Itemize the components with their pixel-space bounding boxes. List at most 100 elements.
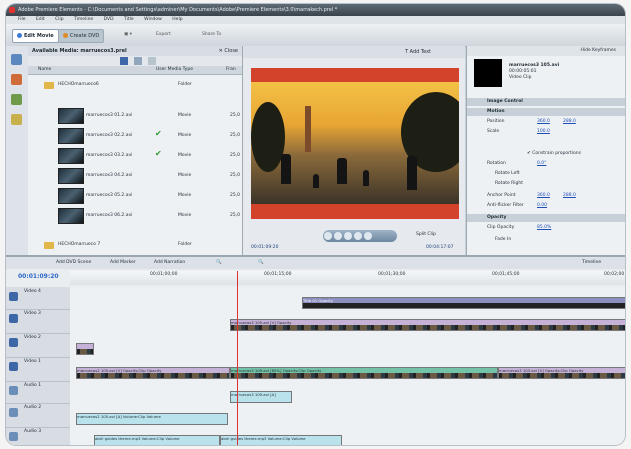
- col-frame[interactable]: Fran: [226, 66, 236, 74]
- media-row[interactable]: marruecos3 01.2.avi Movie 25,0: [28, 106, 242, 124]
- clip-opacity-value[interactable]: 85.0%: [537, 224, 551, 232]
- menu-file[interactable]: File: [18, 17, 26, 22]
- folder-row[interactable]: HECHOmarrueco6 Folder: [28, 78, 242, 96]
- audio-2-clip[interactable]: marruecos2 105.avi [A] Volume:Clip Volum…: [76, 413, 228, 425]
- menu-dvd[interactable]: DVD: [104, 17, 114, 22]
- split-clip-button[interactable]: Split Clip: [416, 232, 436, 237]
- add-text-button[interactable]: T Add Text: [405, 46, 431, 58]
- track-header-audio-2[interactable]: Audio 2: [6, 403, 70, 428]
- current-timecode[interactable]: 00:01:09:20: [251, 245, 278, 250]
- fast-forward-icon[interactable]: [364, 232, 372, 240]
- media-row[interactable]: marruecos3 04.2.avi Movie 25,0: [28, 166, 242, 184]
- export-button[interactable]: ▣ ▾: [124, 31, 132, 39]
- track-header-video-3[interactable]: Video 3: [6, 309, 70, 334]
- hide-keyframes-button[interactable]: Hide Keyframes: [467, 46, 625, 56]
- menu-window[interactable]: Window: [144, 17, 162, 22]
- scale-value[interactable]: 100.0: [537, 128, 550, 136]
- track-header-audio-3[interactable]: Audio 3: [6, 427, 70, 445]
- track-header-video-1[interactable]: Video 1: [6, 357, 70, 382]
- menu-help[interactable]: Help: [172, 17, 182, 22]
- video-1-clip-a[interactable]: marruecos2 105.avi [V] Opacity:Clip Opac…: [76, 367, 230, 379]
- add-narration-button[interactable]: Add Narration: [154, 257, 185, 269]
- timeline-view-button[interactable]: Timeline: [582, 257, 601, 269]
- media-row[interactable]: marruecos3 05.2.avi Movie 25,0: [28, 186, 242, 204]
- constrain-label: ✔ Constrain proportions: [527, 151, 581, 156]
- item-name: marruecos3 04.2.avi: [86, 173, 133, 178]
- item-frame: 25,0: [230, 173, 241, 178]
- export-label[interactable]: Export: [156, 31, 171, 39]
- effects-tab-icon[interactable]: [11, 74, 22, 85]
- track-header-audio-1[interactable]: Audio 1: [6, 381, 70, 404]
- speaker-icon: [9, 408, 18, 417]
- filter-icon[interactable]: [148, 57, 156, 65]
- prop-constrain[interactable]: ✔ Constrain proportions: [467, 150, 625, 158]
- zoom-in-icon[interactable]: 🔍: [258, 257, 264, 269]
- media-row[interactable]: marruecos3 03.2.avi ✔ Movie 25,0: [28, 146, 242, 164]
- position-x[interactable]: 360.0: [537, 118, 550, 126]
- add-dvd-scene-button[interactable]: Add DVD Scene: [56, 257, 91, 269]
- edit-movie-button[interactable]: Edit Movie: [12, 29, 59, 43]
- menu-clip[interactable]: Clip: [55, 17, 64, 22]
- antiflicker-value[interactable]: 0.00: [537, 202, 547, 210]
- main-toolbar: Edit Movie Create DVD ▣ ▾ Export Share T…: [6, 24, 625, 47]
- clip-thumbnail: [58, 128, 84, 144]
- video-2-clip[interactable]: [76, 343, 94, 355]
- section-image-control[interactable]: Image Control: [467, 98, 625, 106]
- play-icon[interactable]: [344, 232, 352, 240]
- video-3-clip[interactable]: marruecos3 105.avi [V] Opacity: [230, 319, 625, 331]
- track-name: Video 4: [24, 289, 41, 294]
- thumb-view-icon[interactable]: [134, 57, 142, 65]
- track-header-video-4[interactable]: Video 4: [6, 287, 70, 310]
- timeline-panel: Add DVD Scene Add Marker Add Narration 🔍…: [6, 255, 625, 445]
- add-marker-button[interactable]: Add Marker: [110, 257, 136, 269]
- timeline-toolbar: Add DVD Scene Add Marker Add Narration 🔍…: [6, 257, 625, 269]
- position-y[interactable]: 288.0: [563, 118, 576, 126]
- audio-3-clip-b[interactable]: abril guides theme.mp3 Volume:Clip Volum…: [220, 435, 342, 445]
- media-list: HECHOmarrueco6 Folder marruecos3 01.2.avi M…: [28, 74, 242, 254]
- step-forward-icon[interactable]: [354, 232, 362, 240]
- rotate-left-button[interactable]: Rotate Left: [467, 170, 625, 178]
- rotate-right-button[interactable]: Rotate Right: [467, 180, 625, 188]
- themes-tab-icon[interactable]: [11, 94, 22, 105]
- timeline-ruler[interactable]: 00;01;00;00 00;01;15;00 00;01;30;00 00;0…: [70, 271, 625, 285]
- fade-in-button[interactable]: Fade In: [467, 236, 625, 244]
- audio-1-clip[interactable]: marruecos3 109.avi [A]: [230, 391, 292, 403]
- timeline-timecode[interactable]: 00:01:09:20: [18, 273, 59, 280]
- video-1-clip-b[interactable]: marruecos3 109.avi [85%] Opacity:Clip Op…: [230, 367, 498, 379]
- menu-title[interactable]: Title: [124, 17, 134, 22]
- playhead[interactable]: [237, 271, 238, 445]
- media-tab-icon[interactable]: [11, 54, 22, 65]
- step-back-icon[interactable]: [334, 232, 342, 240]
- clip-thumbnail: [58, 108, 84, 124]
- col-type[interactable]: User Media Type: [156, 66, 193, 74]
- rotation-value[interactable]: 0.0°: [537, 160, 546, 168]
- create-dvd-button[interactable]: Create DVD: [58, 29, 105, 43]
- list-view-icon[interactable]: [120, 57, 128, 65]
- ruler-tick: 00;01;15;00: [264, 272, 292, 277]
- item-type: Folder: [178, 82, 192, 87]
- anchor-label: Anchor Point: [487, 193, 516, 198]
- folder-row[interactable]: HECHOmarrueco 7 Folder: [28, 238, 242, 256]
- titles-tab-icon[interactable]: [11, 114, 22, 125]
- media-row[interactable]: marruecos3 06.2.avi Movie 25,0: [28, 206, 242, 224]
- track-header-video-2[interactable]: Video 2: [6, 333, 70, 358]
- anchor-x[interactable]: 360.0: [537, 192, 550, 200]
- audio-3-clip-a[interactable]: abril guides theme.mp3 Volume:Clip Volum…: [94, 435, 220, 445]
- section-motion[interactable]: Motion: [467, 108, 625, 116]
- col-name[interactable]: Name: [38, 66, 51, 74]
- anchor-y[interactable]: 288.0: [563, 192, 576, 200]
- track-name: Video 1: [24, 359, 41, 364]
- close-button[interactable]: ✕ Close: [219, 46, 238, 56]
- title-clip[interactable]: Title 01 Opacity: [302, 297, 625, 309]
- share-button[interactable]: Share To: [202, 31, 221, 39]
- media-row[interactable]: marruecos3 02.2.avi ✔ Movie 25,0: [28, 126, 242, 144]
- zoom-out-icon[interactable]: 🔍: [216, 257, 222, 269]
- section-opacity[interactable]: Opacity: [467, 214, 625, 222]
- playback-buttons[interactable]: [323, 230, 397, 242]
- menu-timeline[interactable]: Timeline: [74, 17, 93, 22]
- position-label: Position: [487, 119, 505, 124]
- menu-edit[interactable]: Edit: [36, 17, 45, 22]
- video-preview[interactable]: [251, 68, 459, 219]
- rewind-icon[interactable]: [324, 232, 332, 240]
- video-1-clip-c[interactable]: marruecos3 103.avi [V] Opacity:Clip Opac…: [498, 367, 625, 379]
